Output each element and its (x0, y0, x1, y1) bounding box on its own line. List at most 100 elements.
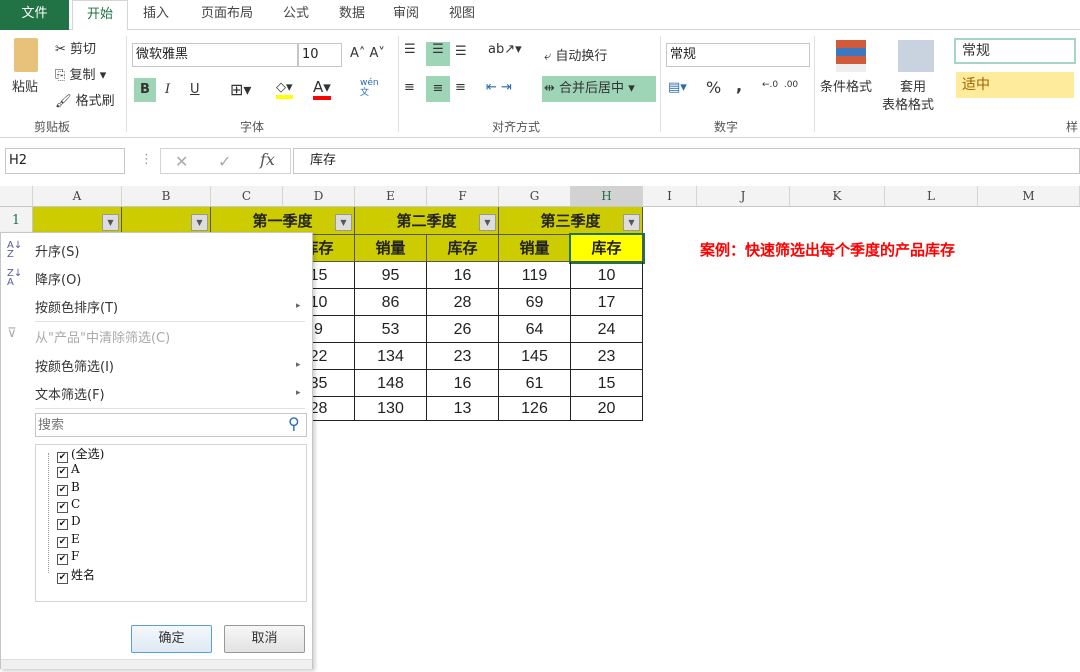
bold-button[interactable]: B (134, 78, 156, 102)
resize-grip[interactable] (1, 659, 312, 669)
font-size-select[interactable]: 10 (298, 43, 342, 67)
column-header-l[interactable]: L (885, 186, 978, 207)
tab-insert[interactable]: 插入 (132, 0, 180, 30)
indent-icons[interactable]: ⇤ ⇥ (486, 80, 512, 95)
filter-value-item[interactable]: ✔ (全选) (57, 445, 104, 463)
cell-e3[interactable]: 95 (355, 262, 427, 289)
row-header-1[interactable]: 1 (0, 207, 33, 235)
checkbox-checked-icon[interactable]: ✔ (57, 553, 68, 565)
align-right-icon[interactable]: ≡ (455, 80, 466, 95)
cut-button[interactable]: ✂ 剪切 (55, 38, 96, 57)
cell-f5[interactable]: 26 (427, 316, 499, 343)
enter-icon[interactable]: ✓ (218, 152, 231, 171)
checkbox-checked-icon[interactable]: ✔ (57, 501, 68, 513)
tab-view[interactable]: 视图 (438, 0, 486, 30)
format-table-button[interactable]: 套用 (900, 76, 926, 95)
style-neutral[interactable]: 适中 (956, 72, 1074, 98)
cell-g3[interactable]: 119 (499, 262, 571, 289)
checkbox-checked-icon[interactable]: ✔ (57, 573, 68, 585)
column-header-e[interactable]: E (355, 186, 427, 207)
currency-icon[interactable]: ▤▾ (668, 80, 687, 95)
tab-review[interactable]: 审阅 (382, 0, 430, 30)
cell-g2[interactable]: 销量 (499, 235, 571, 262)
cell-g8[interactable]: 126 (499, 397, 571, 421)
checkbox-checked-icon[interactable]: ✔ (57, 519, 68, 531)
tab-file[interactable]: 文件 (0, 0, 69, 30)
cell-e5[interactable]: 53 (355, 316, 427, 343)
tab-home[interactable]: 开始 (72, 0, 128, 31)
align-middle-icon[interactable]: ☰ (426, 42, 450, 66)
text-filter-item[interactable]: 文本筛选(F) (35, 384, 105, 403)
cell-f6[interactable]: 23 (427, 343, 499, 370)
copy-button[interactable]: ⎘ 复制 ▾ (55, 64, 106, 83)
cancel-button[interactable]: 取消 (224, 625, 305, 653)
cell-h7[interactable]: 15 (571, 370, 643, 397)
filter-by-color-item[interactable]: 按颜色筛选(I) (35, 356, 114, 375)
merge-center-button[interactable]: ⇹ 合并后居中 ▾ (542, 76, 656, 102)
column-header-f[interactable]: F (427, 186, 499, 207)
column-header-g[interactable]: G (499, 186, 571, 207)
filter-value-item[interactable]: ✔ C (57, 497, 80, 513)
align-top-icon[interactable]: ☰ (404, 42, 416, 57)
cell-q3[interactable]: 第三季度 (499, 207, 643, 235)
font-color-icon[interactable]: A▾ (313, 78, 331, 100)
checkbox-checked-icon[interactable]: ✔ (57, 536, 68, 548)
font-name-select[interactable]: 微软雅黑 (132, 43, 298, 67)
style-normal[interactable]: 常规 (954, 38, 1076, 64)
cell-f3[interactable]: 16 (427, 262, 499, 289)
filter-value-item[interactable]: ✔ A (57, 462, 80, 479)
tab-data[interactable]: 数据 (328, 0, 376, 30)
cell-q2[interactable]: 第二季度 (355, 207, 499, 235)
cell-f7[interactable]: 16 (427, 370, 499, 397)
percent-button[interactable]: % (706, 78, 721, 97)
cell-h6[interactable]: 23 (571, 343, 643, 370)
formula-input[interactable]: 库存 (293, 148, 1080, 174)
cell-e6[interactable]: 134 (355, 343, 427, 370)
fill-color-icon[interactable]: ◇▾ (276, 80, 293, 99)
sort-ascending-item[interactable]: 升序(S) (35, 241, 79, 260)
cell-h3[interactable]: 10 (571, 262, 643, 289)
sort-descending-item[interactable]: 降序(O) (35, 269, 81, 288)
ok-button[interactable]: 确定 (131, 625, 212, 653)
cell-h4[interactable]: 17 (571, 289, 643, 316)
cell-q1[interactable]: 第一季度 (211, 207, 355, 235)
cell-f8[interactable]: 13 (427, 397, 499, 421)
align-bottom-icon[interactable]: ☰ (455, 44, 467, 59)
clear-filter-item[interactable]: 从"产品"中清除筛选(C) (35, 327, 170, 346)
cell-g7[interactable]: 61 (499, 370, 571, 397)
filter-dropdown-a[interactable]: ▼ (102, 214, 119, 231)
format-table-label[interactable]: 表格格式 (882, 94, 934, 113)
filter-dropdown-q2[interactable]: ▼ (479, 214, 496, 231)
fx-icon[interactable]: fx (260, 150, 275, 169)
sort-by-color-item[interactable]: 按颜色排序(T) (35, 297, 118, 316)
cell-h2-selected[interactable]: 库存 (569, 233, 645, 264)
name-box[interactable]: H2 (5, 148, 125, 174)
filter-dropdown-q1[interactable]: ▼ (335, 214, 352, 231)
filter-value-item[interactable]: ✔ B (57, 480, 80, 496)
cell-f4[interactable]: 28 (427, 289, 499, 316)
column-header-c[interactable]: C (211, 186, 283, 207)
italic-button[interactable]: I (165, 82, 170, 97)
paste-button[interactable]: 粘贴 (12, 76, 38, 95)
column-header-k[interactable]: K (790, 186, 885, 207)
checkbox-checked-icon[interactable]: ✔ (57, 484, 68, 496)
format-painter-button[interactable]: 🖌 格式刷 (55, 90, 115, 109)
orientation-icon[interactable]: ab↗▾ (488, 42, 522, 57)
phonetic-icon[interactable]: wén 文 (360, 78, 379, 98)
column-header-d[interactable]: D (283, 186, 355, 207)
column-header-j[interactable]: J (697, 186, 790, 207)
search-input[interactable] (35, 413, 307, 437)
column-header-m[interactable]: M (978, 186, 1080, 207)
filter-dropdown-b[interactable]: ▼ (191, 214, 208, 231)
cell-g4[interactable]: 69 (499, 289, 571, 316)
tab-formulas[interactable]: 公式 (272, 0, 320, 30)
search-icon[interactable]: ⚲ (288, 414, 300, 433)
border-icon[interactable]: ⊞▾ (230, 80, 251, 99)
filter-value-item[interactable]: ✔ E (57, 532, 80, 548)
cell-e8[interactable]: 130 (355, 397, 427, 421)
cell-e7[interactable]: 148 (355, 370, 427, 397)
align-left-icon[interactable]: ≡ (404, 80, 415, 95)
filter-dropdown-q3[interactable]: ▼ (623, 214, 640, 231)
cancel-icon[interactable]: ✕ (175, 152, 188, 171)
column-header-b[interactable]: B (122, 186, 211, 207)
